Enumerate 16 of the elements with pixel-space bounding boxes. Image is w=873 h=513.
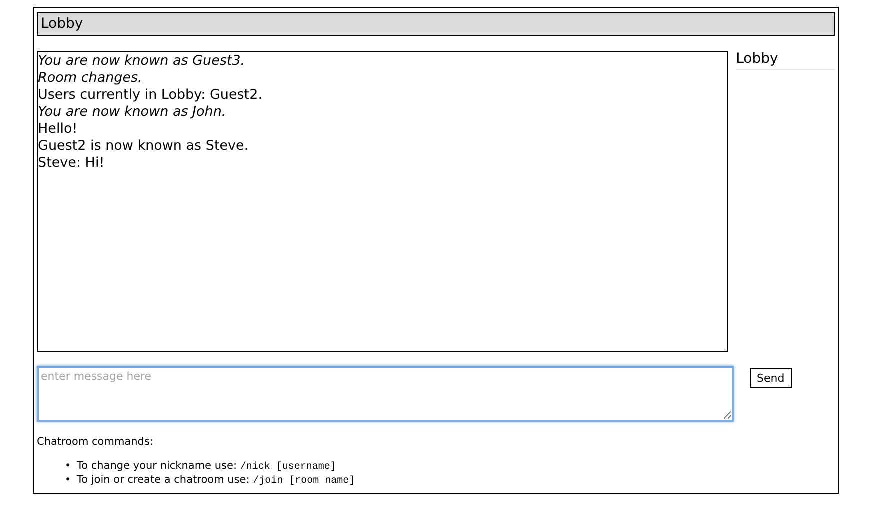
help-item: To change your nickname use: /nick [username] xyxy=(77,460,336,474)
help-item: To join or create a chatroom use: /join [room name] xyxy=(77,474,356,488)
bullet: • xyxy=(65,474,72,487)
send-button[interactable]: Send xyxy=(750,368,792,388)
chat-message: Guest2 is now known as Steve. xyxy=(38,138,250,155)
bullet: • xyxy=(65,460,72,473)
message-input[interactable]: enter message here xyxy=(37,366,734,422)
chat-message: Room changes. xyxy=(38,70,144,87)
chat-message: You are now known as John. xyxy=(38,104,228,121)
chat-message: Hello! xyxy=(38,121,79,138)
chat-message: Steve: Hi! xyxy=(38,155,106,172)
room-title: Lobby xyxy=(37,12,835,36)
help-title: Chatroom commands: xyxy=(37,436,154,448)
room-list-item[interactable]: Lobby xyxy=(736,51,835,70)
chat-message: Users currently in Lobby: Guest2. xyxy=(38,87,264,104)
chat-message: You are now known as Guest3. xyxy=(38,53,246,70)
